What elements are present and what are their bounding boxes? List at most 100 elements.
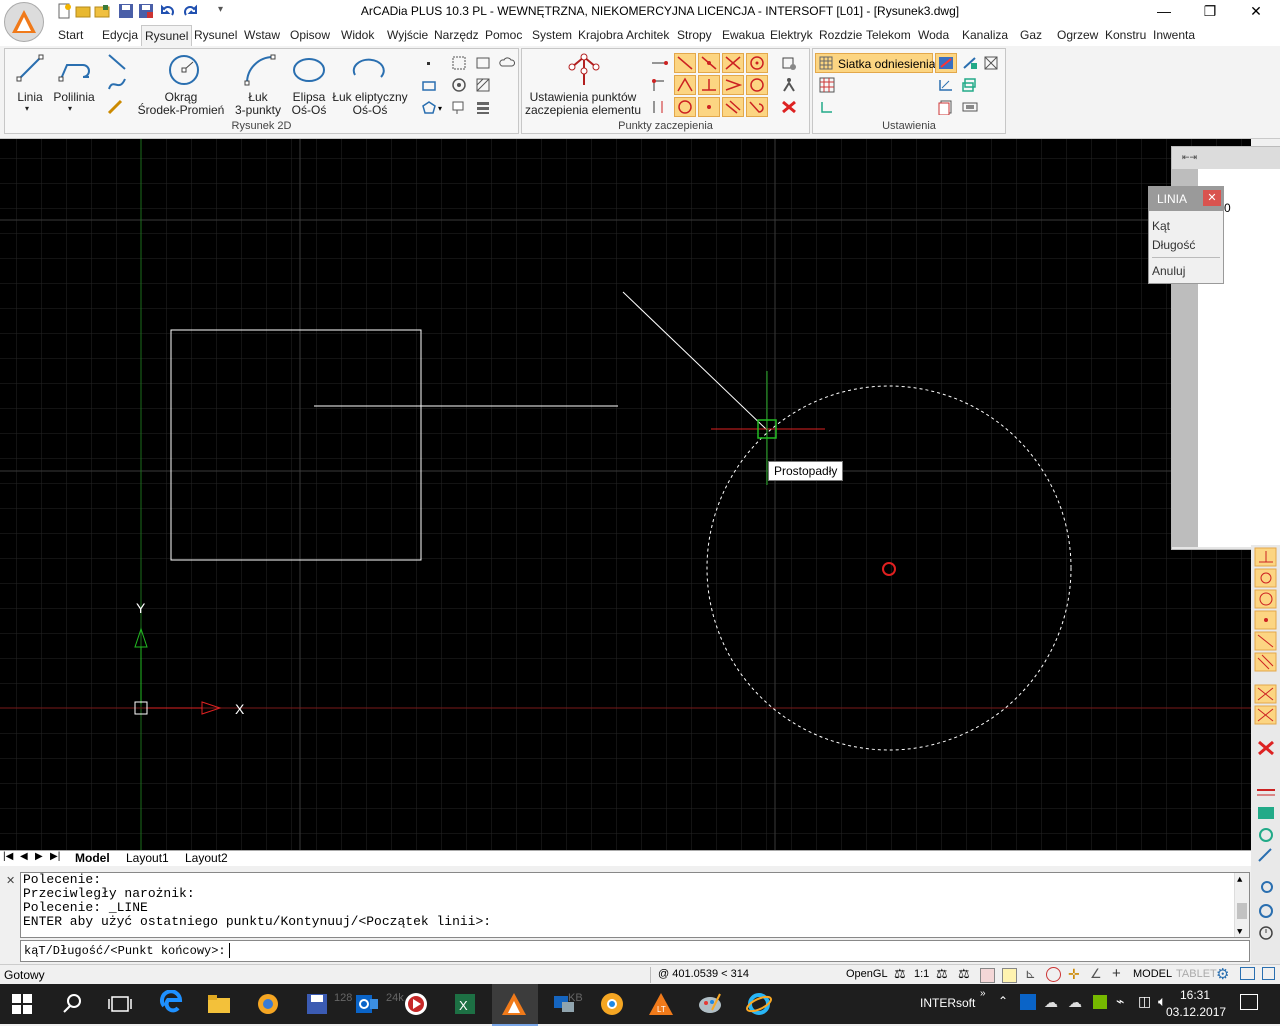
region-icon[interactable] bbox=[451, 55, 467, 74]
snap-mode-icon[interactable]: ⚖ bbox=[958, 966, 970, 982]
spline-icon[interactable] bbox=[107, 75, 127, 96]
close-button[interactable]: ✕ bbox=[1233, 0, 1279, 24]
polar-toggle-icon[interactable] bbox=[1046, 967, 1061, 982]
tray-time[interactable]: 16:31 bbox=[1180, 988, 1210, 1002]
layout-tab-layout1[interactable]: Layout1 bbox=[126, 851, 169, 865]
quick-access-dropdown-icon[interactable]: ▾ bbox=[218, 4, 223, 15]
popup-item-anuluj[interactable]: Anuluj bbox=[1152, 264, 1185, 278]
tab-woda[interactable]: Woda bbox=[918, 28, 949, 42]
tab-stropy[interactable]: Stropy bbox=[677, 28, 712, 42]
luk-mode-label[interactable]: 3-punkty bbox=[229, 104, 287, 116]
snap-insertion-button[interactable] bbox=[698, 97, 720, 117]
tab-ewakuacja[interactable]: Ewakua bbox=[722, 28, 765, 42]
scroll-down-icon[interactable]: ▼ bbox=[1237, 925, 1242, 939]
snap-center-button[interactable] bbox=[746, 53, 768, 73]
arcadia-lt-icon[interactable]: LT bbox=[647, 990, 675, 1018]
internet-explorer-icon[interactable] bbox=[745, 990, 773, 1018]
tab-narzedzia[interactable]: Narzędz bbox=[434, 28, 479, 42]
snap-node-button[interactable] bbox=[746, 75, 768, 95]
snap-perpendicular-button[interactable] bbox=[698, 75, 720, 95]
linia-button-label[interactable]: Linia bbox=[13, 91, 47, 103]
tab-pomoc[interactable]: Pomoc bbox=[485, 28, 522, 42]
polyline-icon[interactable] bbox=[57, 55, 93, 88]
chrome-icon[interactable] bbox=[598, 990, 626, 1018]
layout-first-icon[interactable]: |◀ bbox=[3, 851, 13, 862]
linia-dropdown-icon[interactable]: ▾ bbox=[25, 103, 29, 115]
command-history[interactable]: Polecenie: Przeciwległy narożnik: Polece… bbox=[20, 872, 1250, 938]
snap-parallel-button[interactable] bbox=[722, 97, 744, 117]
rectangle-icon[interactable] bbox=[421, 79, 437, 96]
snap-corner-icon[interactable] bbox=[650, 77, 668, 96]
scroll-thumb[interactable] bbox=[1237, 903, 1247, 919]
notifications-icon[interactable] bbox=[1240, 994, 1258, 1010]
point-icon[interactable] bbox=[421, 57, 437, 74]
palette-collapse-icon[interactable]: ⇤⇥ bbox=[1182, 152, 1197, 163]
vt-tool-perpendicular-icon[interactable] bbox=[1254, 547, 1277, 567]
freehand-icon[interactable] bbox=[107, 97, 127, 118]
cloud-icon[interactable] bbox=[499, 55, 516, 74]
siatka-odniesienia-button[interactable]: Siatka odniesienia bbox=[815, 53, 935, 73]
open-file-icon[interactable] bbox=[75, 3, 91, 19]
tab-wstaw[interactable]: Wstaw bbox=[244, 28, 280, 42]
vt-tool-node-icon[interactable] bbox=[1254, 610, 1277, 630]
luk-label[interactable]: Łuk bbox=[229, 91, 287, 103]
minimize-button[interactable]: — bbox=[1141, 0, 1187, 24]
vt-tool-intersection-icon[interactable] bbox=[1254, 684, 1277, 704]
status-scale[interactable]: 1:1 bbox=[914, 968, 929, 980]
app-logo[interactable] bbox=[4, 2, 44, 42]
media-player-icon[interactable] bbox=[402, 990, 430, 1018]
circle-icon[interactable] bbox=[167, 53, 201, 90]
history-scrollbar[interactable]: ▲ ▼ bbox=[1234, 873, 1249, 937]
tab-wyjscie[interactable]: Wyjście bbox=[387, 28, 428, 42]
vt-tool-apparent-intersection-icon[interactable] bbox=[1254, 705, 1277, 725]
snap-settings-label-1[interactable]: Ustawienia punktów bbox=[524, 91, 642, 103]
polilinia-dropdown-icon[interactable]: ▾ bbox=[68, 103, 72, 115]
tab-elektryka[interactable]: Elektryk bbox=[770, 28, 813, 42]
open-folder-icon[interactable] bbox=[94, 3, 110, 19]
snap-endpoint-line-icon[interactable] bbox=[650, 55, 668, 74]
paint-icon[interactable] bbox=[696, 990, 724, 1018]
vt-tool-tangent-icon[interactable] bbox=[1254, 568, 1277, 588]
layout-tab-layout2[interactable]: Layout2 bbox=[185, 851, 228, 865]
elipsa-mode-label[interactable]: Oś-Oś bbox=[287, 104, 331, 116]
snap-nearest-button[interactable] bbox=[674, 97, 696, 117]
tab-inwentaryzacja[interactable]: Inwenta bbox=[1153, 28, 1195, 42]
tab-telekom[interactable]: Telekom bbox=[866, 28, 911, 42]
ucs-origin-icon[interactable] bbox=[819, 99, 835, 118]
grid-toggle-icon[interactable] bbox=[1002, 968, 1017, 983]
vt-tool-zoom-icon[interactable] bbox=[1261, 881, 1273, 893]
snap-toggle-icon[interactable] bbox=[780, 55, 798, 74]
ucs-icon[interactable] bbox=[937, 77, 955, 96]
tab-widok[interactable]: Widok bbox=[341, 28, 374, 42]
vt-tool-nearest-icon[interactable] bbox=[1254, 631, 1277, 651]
tray-outlook-icon[interactable] bbox=[1020, 994, 1036, 1010]
new-file-icon[interactable] bbox=[56, 3, 72, 19]
arc-icon[interactable] bbox=[243, 53, 277, 90]
layout-next-icon[interactable]: ▶ bbox=[35, 851, 43, 862]
layout-tab-model[interactable]: Model bbox=[75, 851, 110, 865]
restore-button[interactable]: ❐ bbox=[1187, 0, 1233, 24]
tray-date[interactable]: 03.12.2017 bbox=[1166, 1005, 1226, 1019]
status-opengl[interactable]: OpenGL bbox=[846, 968, 888, 980]
luk-eliptyczny-label[interactable]: Łuk eliptyczny bbox=[331, 91, 409, 103]
tray-nvidia-icon[interactable] bbox=[1093, 995, 1107, 1009]
snap-grid-toggle-icon[interactable] bbox=[980, 968, 995, 983]
scroll-up-icon[interactable]: ▲ bbox=[1237, 873, 1242, 887]
xline-icon[interactable] bbox=[107, 53, 127, 74]
windows-start-icon[interactable] bbox=[12, 994, 32, 1017]
redo-icon[interactable] bbox=[182, 3, 198, 19]
popup-close-button[interactable]: ✕ bbox=[1203, 190, 1221, 206]
drawing-area[interactable]: Y X bbox=[0, 139, 1251, 850]
vt-tool-clock-icon[interactable] bbox=[1259, 926, 1273, 940]
tray-chevron-icon[interactable]: ⌃ bbox=[998, 994, 1008, 1008]
tab-rysunek-2[interactable]: Rysunel bbox=[194, 28, 237, 42]
lineweight-toggle-icon[interactable]: + bbox=[1112, 965, 1121, 982]
tab-kanalizacja[interactable]: Kanaliza bbox=[962, 28, 1008, 42]
window-tile-icon[interactable] bbox=[1240, 967, 1255, 980]
tray-onedrive-icon[interactable]: ☁ bbox=[1044, 994, 1058, 1011]
tray-expand-icon[interactable]: » bbox=[980, 988, 986, 999]
polar-tracking-icon[interactable] bbox=[961, 55, 979, 74]
line-icon[interactable] bbox=[15, 53, 45, 86]
polygon-icon[interactable]: ▾ bbox=[421, 101, 445, 118]
tray-cloud-icon[interactable]: ☁ bbox=[1068, 994, 1082, 1011]
